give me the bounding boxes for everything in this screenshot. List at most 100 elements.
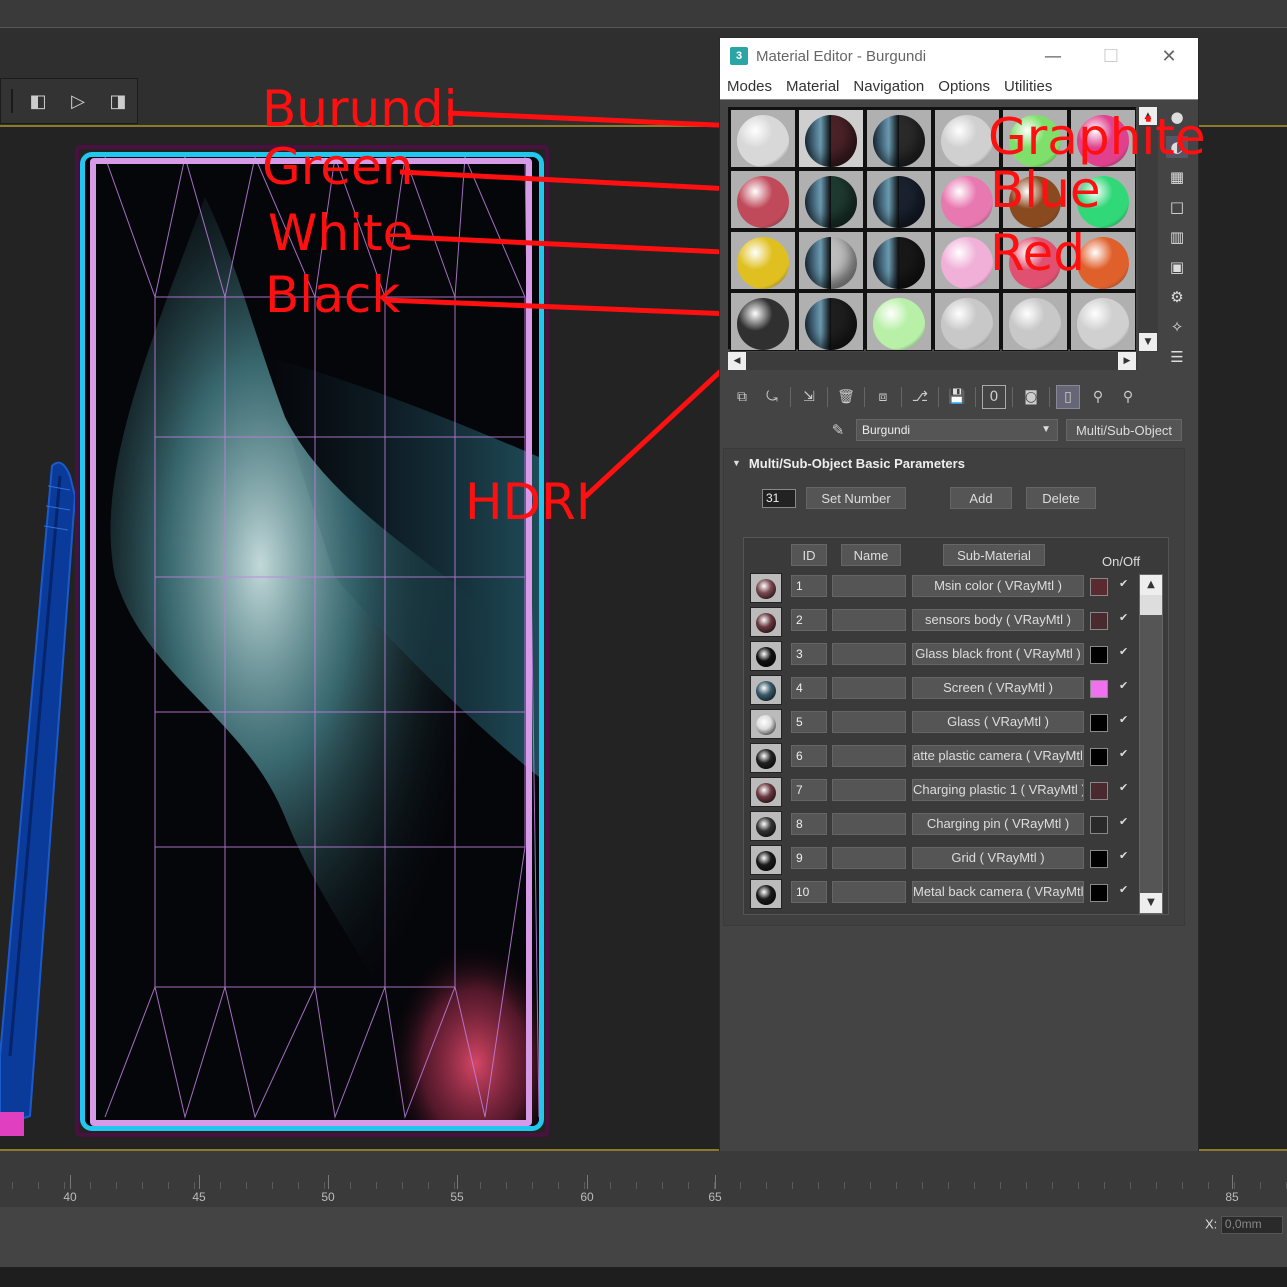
submaterial-name-field[interactable] <box>832 575 906 597</box>
submaterial-id-field[interactable]: 4 <box>791 677 827 699</box>
scroll-right-icon[interactable]: ▶ <box>1118 352 1136 370</box>
go-to-parent-icon[interactable]: ⚲ <box>1086 385 1110 409</box>
submaterial-enabled-checkbox[interactable]: ✔ <box>1119 816 1131 828</box>
select-by-material-icon[interactable]: ✧ <box>1166 316 1188 338</box>
scroll-thumb[interactable] <box>1140 595 1162 615</box>
submaterial-id-field[interactable]: 10 <box>791 881 827 903</box>
submaterial-thumbnail[interactable] <box>750 573 782 603</box>
submaterial-button[interactable]: Grid ( VRayMtl ) <box>912 847 1084 869</box>
material-slot[interactable] <box>798 231 864 290</box>
sort-by-name-button[interactable]: Name <box>841 544 901 566</box>
submaterial-color-swatch[interactable] <box>1090 782 1108 800</box>
material-slot[interactable] <box>798 170 864 229</box>
submaterial-id-field[interactable]: 3 <box>791 643 827 665</box>
submaterial-id-field[interactable]: 9 <box>791 847 827 869</box>
material-slot[interactable] <box>866 231 932 290</box>
material-name-dropdown[interactable]: Burgundi ▼ <box>856 419 1058 441</box>
menu-modes[interactable]: Modes <box>727 78 772 95</box>
material-slot[interactable] <box>866 170 932 229</box>
submaterial-enabled-checkbox[interactable]: ✔ <box>1119 578 1131 590</box>
submaterial-thumbnail[interactable] <box>750 743 782 773</box>
material-slot[interactable] <box>730 292 796 351</box>
put-material-to-scene-icon[interactable]: ⤿ <box>760 385 784 409</box>
material-slot[interactable] <box>730 170 796 229</box>
submaterial-button[interactable]: Screen ( VRayMtl ) <box>912 677 1084 699</box>
submaterial-color-swatch[interactable] <box>1090 884 1108 902</box>
material-slot[interactable] <box>798 109 864 168</box>
submaterial-name-field[interactable] <box>832 643 906 665</box>
number-of-materials-field[interactable]: 31 <box>762 489 796 508</box>
submaterial-enabled-checkbox[interactable]: ✔ <box>1119 612 1131 624</box>
submaterial-thumbnail[interactable] <box>750 641 782 671</box>
material-id-channel-icon[interactable]: 0 <box>982 385 1006 409</box>
submaterial-enabled-checkbox[interactable]: ✔ <box>1119 646 1131 658</box>
stylus-model[interactable] <box>0 456 80 1136</box>
submaterial-color-swatch[interactable] <box>1090 578 1108 596</box>
sample-uv-tiling-icon[interactable]: □ <box>1166 196 1188 218</box>
maximize-button[interactable]: ☐ <box>1082 46 1140 67</box>
submaterial-thumbnail[interactable] <box>750 675 782 705</box>
close-button[interactable]: ✕ <box>1140 46 1198 67</box>
video-color-check-icon[interactable]: ▥ <box>1166 226 1188 248</box>
material-slot[interactable] <box>866 109 932 168</box>
submaterial-scrollbar[interactable]: ▲ ▼ <box>1139 574 1163 914</box>
save-icon[interactable]: 💾 <box>945 385 969 409</box>
delete-button[interactable]: Delete <box>1026 487 1096 509</box>
material-slot[interactable] <box>798 292 864 351</box>
submaterial-enabled-checkbox[interactable]: ✔ <box>1119 782 1131 794</box>
submaterial-enabled-checkbox[interactable]: ✔ <box>1119 680 1131 692</box>
sort-by-id-button[interactable]: ID <box>791 544 827 566</box>
material-type-button[interactable]: Multi/Sub-Object <box>1066 419 1182 441</box>
submaterial-name-field[interactable] <box>832 745 906 767</box>
rollout-header[interactable]: ▼ Multi/Sub-Object Basic Parameters <box>724 449 1184 477</box>
submaterial-color-swatch[interactable] <box>1090 646 1108 664</box>
scroll-left-icon[interactable]: ◀ <box>728 352 746 370</box>
scroll-down-icon[interactable]: ▼ <box>1139 333 1157 351</box>
material-editor-titlebar[interactable]: 3 Material Editor - Burgundi — ☐ ✕ <box>720 38 1198 74</box>
submaterial-id-field[interactable]: 6 <box>791 745 827 767</box>
x-coordinate-field[interactable]: 0,0mm <box>1220 1216 1283 1234</box>
add-button[interactable]: Add <box>950 487 1012 509</box>
submaterial-button[interactable]: Glass black front ( VRayMtl ) <box>912 643 1084 665</box>
submaterial-name-field[interactable] <box>832 677 906 699</box>
material-slot[interactable] <box>730 109 796 168</box>
submaterial-color-swatch[interactable] <box>1090 850 1108 868</box>
submaterial-color-swatch[interactable] <box>1090 816 1108 834</box>
submaterial-button[interactable]: sensors body ( VRayMtl ) <box>912 609 1084 631</box>
minimize-button[interactable]: — <box>1024 46 1082 67</box>
material-slot[interactable] <box>1002 292 1068 351</box>
material-map-navigator-icon[interactable]: ☰ <box>1166 346 1188 368</box>
make-preview-icon[interactable]: ▣ <box>1166 256 1188 278</box>
material-slot[interactable] <box>866 292 932 351</box>
material-slot[interactable] <box>730 231 796 290</box>
menu-material[interactable]: Material <box>786 78 839 95</box>
show-end-result-icon[interactable]: ▯ <box>1056 385 1080 409</box>
submaterial-thumbnail[interactable] <box>750 709 782 739</box>
submaterial-name-field[interactable] <box>832 847 906 869</box>
submaterial-color-swatch[interactable] <box>1090 714 1108 732</box>
menu-navigation[interactable]: Navigation <box>853 78 924 95</box>
put-to-library-icon[interactable]: ⎇ <box>908 385 932 409</box>
submaterial-name-field[interactable] <box>832 779 906 801</box>
reset-map-icon[interactable]: 🗑 <box>834 385 858 409</box>
submaterial-color-swatch[interactable] <box>1090 748 1108 766</box>
submaterial-thumbnail[interactable] <box>750 777 782 807</box>
options-icon[interactable]: ⚙ <box>1166 286 1188 308</box>
submaterial-id-field[interactable]: 2 <box>791 609 827 631</box>
set-number-button[interactable]: Set Number <box>806 487 906 509</box>
go-forward-sibling-icon[interactable]: ⚲ <box>1116 385 1140 409</box>
submaterial-button[interactable]: Charging pin ( VRayMtl ) <box>912 813 1084 835</box>
submaterial-enabled-checkbox[interactable]: ✔ <box>1119 748 1131 760</box>
submaterial-name-field[interactable] <box>832 711 906 733</box>
submaterial-button[interactable]: Charging plastic 1 ( VRayMtl ) <box>912 779 1084 801</box>
menu-options[interactable]: Options <box>938 78 990 95</box>
material-slot[interactable] <box>1070 292 1136 351</box>
eyedropper-icon[interactable]: ✎ <box>828 420 848 440</box>
menu-utilities[interactable]: Utilities <box>1004 78 1052 95</box>
submaterial-name-field[interactable] <box>832 881 906 903</box>
submaterial-button[interactable]: Glass ( VRayMtl ) <box>912 711 1084 733</box>
previous-frame-icon[interactable]: ◧ <box>23 87 53 115</box>
submaterial-button[interactable]: atte plastic camera ( VRayMtl <box>912 745 1084 767</box>
submaterial-thumbnail[interactable] <box>750 811 782 841</box>
background-icon[interactable]: ▦ <box>1166 166 1188 188</box>
